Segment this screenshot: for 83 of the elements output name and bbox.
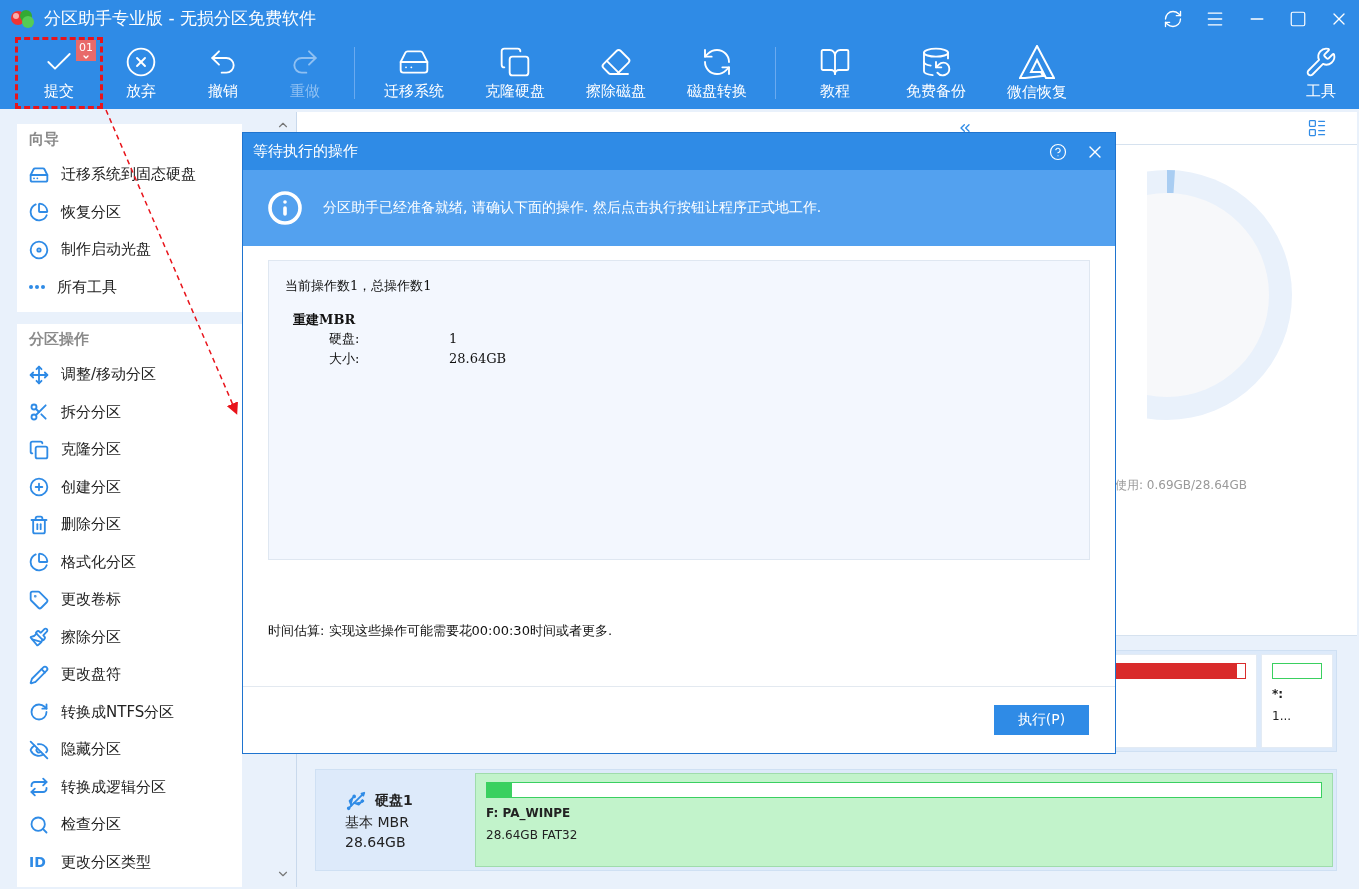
eye-off-icon [29,739,49,760]
sidebar-item[interactable]: 更改卷标 [29,581,242,619]
sidebar-item[interactable]: 克隆分区 [29,431,242,469]
sidebar-item[interactable]: 转换成逻辑分区 [29,768,242,806]
usage-text: 使用: 0.69GB/28.64GB [1114,477,1247,494]
sidebar-item[interactable]: 创建分区 [29,468,242,506]
repeat-icon [29,777,49,798]
partition-label: *: [1272,687,1285,701]
copy-icon [498,45,531,78]
app-logo-icon [10,7,36,30]
toolbar-button[interactable]: 磁盘转换 [666,40,767,107]
id-icon: ID [29,854,49,871]
sidebar-item[interactable]: 更改盘符 [29,656,242,694]
toolbar-button[interactable]: 提交 01 [18,40,100,107]
usb-drive-icon [345,790,367,812]
disk-size: 28.64GB [345,834,407,850]
tag-icon [29,589,49,610]
disk-row[interactable]: 硬盘1 基本 MBR 28.64GB F: PA_WINPE 28.64GB FAT32 [315,769,1337,871]
sidebar-item[interactable]: 删除分区 [29,506,242,544]
search-icon [29,814,49,835]
brush-icon [29,627,49,648]
window-title: 分区助手专业版 - 无损分区免费软件 [44,7,316,31]
dialog-title: 等待执行的操作 [253,142,358,161]
disc-icon [29,239,49,260]
pencil-icon [29,664,49,685]
partition-label: F: PA_WINPE [486,806,572,820]
trash-icon [29,514,49,535]
disk-name: 硬盘1 [345,790,471,812]
disk-type: 基本 MBR [345,814,410,832]
execute-button[interactable]: 执行(P) [994,705,1089,735]
help-icon[interactable] [1049,142,1067,161]
sidebar-item[interactable]: 擦除分区 [29,618,242,656]
sidebar-item[interactable]: 调整/移动分区 [29,356,242,394]
info-message: 分区助手已经准备就绪, 请确认下面的操作. 然后点击执行按钮让程序正式地工作. [323,199,822,217]
toolbar-button[interactable]: 教程 [784,40,885,107]
partition-block[interactable]: F: PA_WINPE 28.64GB FAT32 [475,773,1333,867]
sidebar-item[interactable]: 格式化分区 [29,543,242,581]
refresh-icon[interactable] [1163,8,1183,29]
partition-block[interactable]: *: 1... [1261,654,1333,748]
partition-info: 28.64GB FAT32 [486,828,579,842]
toolbar-button[interactable]: 克隆硬盘 [464,40,565,107]
detail-value: 28.64GB [449,350,508,368]
plus-circle-icon [29,477,49,498]
section-title: 分区操作 [29,330,90,350]
copy-icon [29,439,49,460]
sidebar-item[interactable]: 恢复分区 [29,193,242,231]
toolbar-button[interactable]: 微信恢复 [986,40,1087,107]
pie-chart-icon [29,202,49,223]
toolbar-button[interactable]: 擦除磁盘 [565,40,666,107]
rotate-icon [29,702,49,723]
time-estimate: 时间估算: 实现这些操作可能需要花00:00:30时间或者更多. [268,622,614,640]
dots-icon [29,285,45,290]
wrench-icon [1305,45,1337,78]
letter-a-logo-icon [1018,44,1055,79]
detail-value: 1 [449,330,459,348]
detail-label: 大小: [329,350,361,368]
operations-summary: 当前操作数1，总操作数1 [285,277,433,295]
pie-chart-icon [29,552,49,573]
sidebar-item[interactable]: 所有工具 [29,268,242,306]
partition-info: 1... [1272,709,1293,723]
sidebar-item[interactable]: ID 更改分区类型 [29,843,242,881]
sidebar-item[interactable]: 隐藏分区 [29,731,242,769]
toolbar-button[interactable]: 免费备份 [885,40,986,107]
move-icon [29,364,49,385]
toolbar-button[interactable]: 放弃 [100,40,182,107]
info-icon [267,190,303,226]
sidebar-item[interactable]: 迁移系统到固态硬盘 [29,156,242,194]
cancel-icon [125,45,157,78]
section-title: 向导 [29,130,60,150]
detail-label: 硬盘: [329,330,361,348]
toolbar-button[interactable]: 迁移系统 [363,40,464,107]
maximize-icon[interactable] [1289,9,1307,28]
sidebar-item[interactable]: 检查分区 [29,806,242,844]
scissors-icon [29,402,49,423]
list-view-icon[interactable] [1307,118,1327,138]
count-badge: 01 [76,40,96,62]
sidebar-item[interactable]: 转换成NTFS分区 [29,693,242,731]
operation-name: 重建MBR [293,311,357,329]
toolbar-button[interactable]: 撤销 [182,40,264,107]
sidebar-item[interactable]: 拆分分区 [29,393,242,431]
sidebar-item[interactable]: 制作启动光盘 [29,231,242,269]
drive-icon [29,164,49,185]
toolbar-button[interactable]: 工具 [1287,40,1355,107]
